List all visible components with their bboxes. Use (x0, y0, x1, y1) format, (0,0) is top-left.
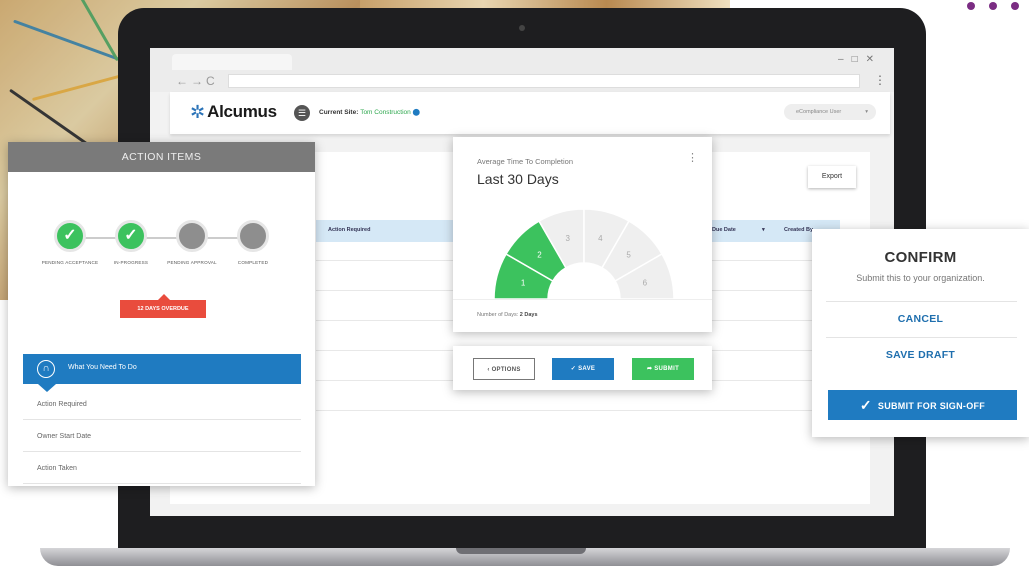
action-items-title: ACTION ITEMS (8, 142, 315, 172)
submit-for-signoff-button[interactable]: ✓ SUBMIT FOR SIGN-OFF (828, 390, 1017, 420)
card-footer: Number of Days: 2 Days (453, 299, 712, 318)
browser-nav-icons[interactable]: ←→C (176, 74, 218, 88)
submit-label: SUBMIT (654, 366, 680, 372)
browser-menu-icon[interactable]: ⋮ (874, 73, 886, 87)
divider (826, 301, 1017, 302)
footer-value: 2 Days (519, 312, 538, 318)
step-in-progress[interactable]: ✓ IN-PROGRESS (96, 220, 166, 265)
what-you-need-to-do-header[interactable]: ∩ What You Need To Do (23, 354, 301, 392)
logo-icon: ✲ (190, 102, 206, 122)
footer-label: Number of Days: (477, 312, 519, 318)
app-header: ✲ Alcumus ☰ Current Site: Tom Constructi… (170, 92, 890, 134)
column-created-by[interactable]: Created By (784, 227, 813, 233)
divider (826, 337, 1017, 338)
confirm-dialog: CONFIRM Submit this to your organization… (812, 229, 1029, 437)
gauge-label-1: 1 (521, 279, 526, 288)
check-icon: ✓ (115, 220, 147, 252)
options-label: OPTIONS (491, 367, 521, 373)
pending-circle-icon (237, 220, 269, 252)
browser-tab[interactable] (172, 54, 292, 70)
more-options-icon[interactable]: ⋮ (687, 151, 698, 164)
step-label: COMPLETED (237, 260, 269, 265)
completion-gauge: 1 2 3 4 5 6 (493, 208, 675, 299)
progress-steps: ✓ PENDING ACCEPTANCE ✓ IN-PROGRESS PENDI… (8, 220, 315, 270)
check-icon: ✓ (570, 366, 579, 372)
list-item-action-required[interactable]: Action Required (23, 388, 301, 420)
current-site[interactable]: Current Site: Tom Construction ⬤ (319, 108, 420, 116)
check-icon: ✓ (54, 220, 86, 252)
submit-button[interactable]: ➦ SUBMIT (632, 358, 694, 380)
sort-icon[interactable]: ▾ (762, 227, 765, 233)
gauge-label-2: 2 (537, 250, 542, 259)
cancel-button[interactable]: CANCEL (812, 313, 1029, 325)
window-controls[interactable]: –□✕ (838, 54, 882, 65)
check-icon: ✓ (859, 397, 872, 413)
export-button[interactable]: Export (808, 166, 856, 188)
card-subtitle: Average Time To Completion (477, 157, 574, 166)
pending-circle-icon (176, 220, 208, 252)
save-button[interactable]: ✓ SAVE (552, 358, 614, 380)
table-row[interactable] (316, 410, 840, 411)
info-icon: ∩ (37, 360, 55, 378)
menu-icon[interactable]: ☰ (294, 105, 310, 121)
list-item-action-taken[interactable]: Action Taken (23, 452, 301, 484)
user-select-label: eCompliance User (796, 109, 842, 115)
step-pending-acceptance[interactable]: ✓ PENDING ACCEPTANCE (35, 220, 105, 265)
address-bar[interactable] (228, 74, 860, 88)
save-label: SAVE (578, 366, 596, 372)
step-completed[interactable]: COMPLETED (218, 220, 288, 265)
location-pin-icon: ⬤ (412, 109, 420, 116)
current-site-label: Current Site: (319, 109, 359, 116)
column-action-required[interactable]: Action Required (328, 227, 370, 233)
step-label: PENDING APPROVAL (167, 260, 217, 265)
overdue-badge: 12 DAYS OVERDUE (120, 294, 206, 318)
camera-icon (519, 25, 525, 31)
step-label: PENDING ACCEPTANCE (41, 260, 99, 265)
section-title: What You Need To Do (68, 364, 137, 371)
chevron-down-icon: ▾ (865, 109, 868, 115)
confirm-title: CONFIRM (884, 249, 957, 266)
confirm-subtitle: Submit this to your organization. (856, 273, 985, 283)
gauge-label-6: 6 (643, 279, 648, 288)
gauge-label-3: 3 (565, 234, 570, 243)
card-title: Last 30 Days (477, 171, 559, 187)
list-item-owner-start-date[interactable]: Owner Start Date (23, 420, 301, 452)
browser-chrome: ←→C ⋮ –□✕ (150, 48, 894, 92)
current-site-value: Tom Construction (360, 109, 411, 116)
gauge-label-4: 4 (598, 234, 603, 243)
column-due-date[interactable]: Due Date (712, 227, 736, 233)
time-to-completion-card: Average Time To Completion Last 30 Days … (453, 137, 712, 332)
step-pending-approval[interactable]: PENDING APPROVAL (157, 220, 227, 265)
options-button[interactable]: ‹ OPTIONS (473, 358, 535, 380)
action-button-bar: ‹ OPTIONS ✓ SAVE ➦ SUBMIT (453, 346, 712, 390)
logo-text: Alcumus (207, 102, 277, 121)
user-select[interactable]: eCompliance User ▾ (784, 104, 876, 120)
save-draft-button[interactable]: SAVE DRAFT (812, 349, 1029, 361)
signoff-label: SUBMIT FOR SIGN-OFF (877, 401, 986, 411)
gauge-label-5: 5 (626, 250, 631, 259)
alcumus-logo[interactable]: ✲ Alcumus (190, 102, 277, 122)
laptop-notch (456, 548, 586, 554)
step-label: IN-PROGRESS (113, 260, 149, 265)
decorative-dots (967, 2, 1019, 10)
